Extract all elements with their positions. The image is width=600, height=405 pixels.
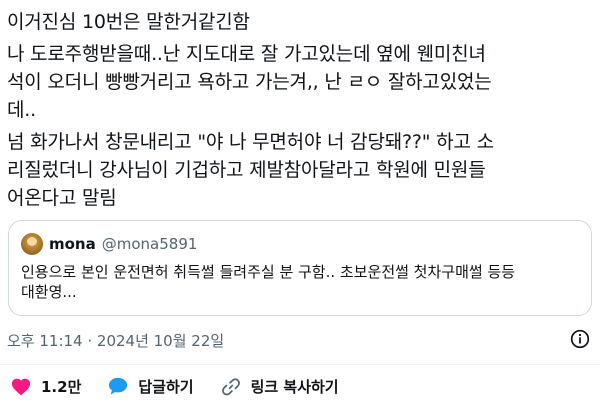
tweet-text-line: 나 도로주행받을때..난 지도대로 잘 가고있는데 옆에 웬미친녀 [7,43,486,65]
quoted-tweet-text-line: 대환영... [21,283,77,301]
tweet-timestamp[interactable]: 오후 11:14 · 2024년 10월 22일 [7,330,224,351]
quoted-tweet-card[interactable]: mona @mona5891 인용으로 본인 운전면허 취득썰 들려주실 분 구… [8,220,592,316]
link-icon [220,376,242,396]
tweet-text-line: 넘 화가나서 창문내리고 "야 나 무면허야 너 감당돼??" 하고 소 [7,131,494,153]
like-button[interactable]: 1.2만 [10,376,81,397]
tweet-text-line: 석이 오더니 빵빵거리고 욕하고 가는겨,, 난 ㄹㅇ 잘하고있었는 [7,71,492,93]
tweet-text-line: 이거진심 10번은 말한거같긴함 [7,11,250,33]
info-icon[interactable] [570,329,590,349]
quoted-tweet-header: mona @mona5891 [21,233,197,255]
tweet: 이거진심 10번은 말한거같긴함 나 도로주행받을때..난 지도대로 잘 가고있… [0,0,600,405]
tweet-text-line: 데.. [7,99,36,121]
tweet-text-line: 어온다고 말림 [7,187,117,209]
reply-label: 답글하기 [138,377,194,396]
reply-button[interactable]: 답글하기 [107,376,194,397]
quoted-author-handle[interactable]: @mona5891 [102,235,198,253]
divider [0,364,600,365]
tweet-text: 이거진심 10번은 말한거같긴함 나 도로주행받을때..난 지도대로 잘 가고있… [7,8,593,212]
speech-bubble-icon [107,376,129,396]
copy-link-label: 링크 복사하기 [250,377,339,396]
like-count: 1.2만 [41,377,82,396]
quoted-tweet-text: 인용으로 본인 운전면허 취득썰 들려주실 분 구함.. 초보운전썰 첫차구매썰… [21,262,581,302]
avatar[interactable] [21,233,43,255]
heart-icon [10,376,32,396]
quoted-author-name[interactable]: mona [49,235,96,253]
quoted-tweet-text-line: 인용으로 본인 운전면허 취득썰 들려주실 분 구함.. 초보운전썰 첫차구매썰… [21,263,516,281]
tweet-text-line: 리질렀더니 강사님이 기겁하고 제발참아달라고 학원에 민원들 [7,159,486,181]
action-bar: 1.2만 답글하기 링크 복사하기 [10,373,365,399]
copy-link-button[interactable]: 링크 복사하기 [220,376,339,397]
